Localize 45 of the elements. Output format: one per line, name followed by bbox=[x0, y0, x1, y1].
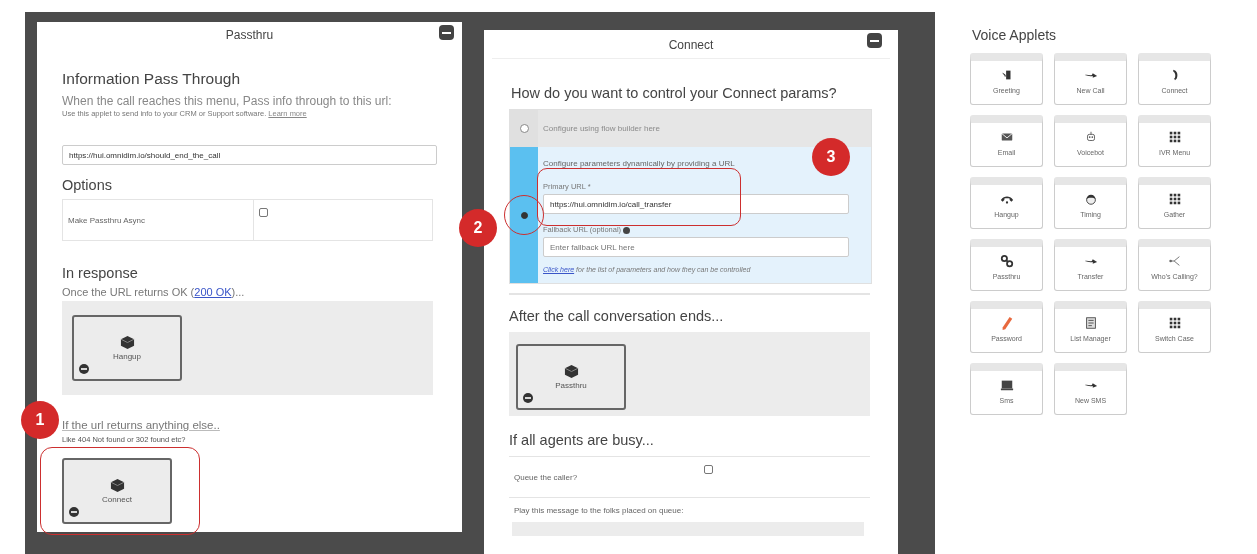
applet-block[interactable]: Connect bbox=[62, 458, 172, 524]
chain-link-icon bbox=[999, 254, 1014, 268]
remove-icon[interactable] bbox=[523, 393, 533, 403]
option-label: Queue the caller? bbox=[509, 456, 699, 498]
section-heading: After the call conversation ends... bbox=[509, 308, 725, 324]
cube-icon bbox=[119, 335, 135, 350]
section-heading: If all agents are busy... bbox=[509, 432, 655, 448]
sidebar-title: Voice Applets bbox=[972, 27, 1058, 43]
section-subheading: If the url returns anything else.. bbox=[62, 419, 221, 431]
keypad-icon bbox=[1167, 130, 1182, 144]
cube-icon bbox=[109, 478, 125, 493]
branch-icon bbox=[1167, 254, 1182, 268]
envelope-icon bbox=[999, 130, 1014, 144]
head-icon bbox=[1083, 192, 1098, 206]
keypad-icon bbox=[1167, 192, 1182, 206]
url-field[interactable]: https://hui.omnidim.io/should_end_the_call bbox=[62, 145, 437, 165]
response-text: Once the URL returns OK (200 OK)... bbox=[62, 286, 246, 298]
url-field[interactable]: Enter fallback URL here bbox=[543, 237, 849, 257]
checkbox[interactable] bbox=[704, 465, 713, 474]
remove-icon[interactable] bbox=[79, 364, 89, 374]
applet-block[interactable]: Hangup bbox=[72, 315, 182, 381]
option-label: Make Passthru Async bbox=[62, 199, 254, 241]
cube-icon bbox=[563, 364, 579, 379]
panel-title: Passthru bbox=[225, 28, 274, 42]
section-heading: Information Pass Through bbox=[62, 70, 242, 88]
option-text: Configure using flow builder here bbox=[543, 124, 660, 133]
section-heading: How do you want to control your Connect params? bbox=[511, 85, 838, 101]
help-icon[interactable] bbox=[623, 226, 631, 234]
laptop-icon bbox=[999, 378, 1014, 392]
radio-button[interactable] bbox=[519, 124, 529, 133]
option-text: Configure parameters dynamically by providing a URL bbox=[543, 159, 736, 168]
url-field[interactable]: https://hui.omnidim.io/call_transfer bbox=[543, 194, 849, 214]
remove-icon[interactable] bbox=[69, 507, 79, 517]
description-text: When the call reaches this menu, Pass info through to this url: bbox=[62, 94, 393, 108]
collapse-button[interactable] bbox=[439, 25, 454, 40]
section-heading: Options bbox=[62, 177, 113, 193]
applet-block[interactable]: Passthru bbox=[516, 344, 626, 410]
radio-button[interactable] bbox=[520, 211, 528, 219]
panel-title: Connect bbox=[668, 38, 714, 52]
document-icon bbox=[1083, 316, 1098, 330]
keypad-icon bbox=[1167, 316, 1182, 330]
status-link[interactable]: 200 OK bbox=[194, 286, 232, 298]
section-heading: In response bbox=[62, 265, 139, 281]
checkbox[interactable] bbox=[259, 208, 268, 217]
collapse-button[interactable] bbox=[867, 33, 882, 48]
